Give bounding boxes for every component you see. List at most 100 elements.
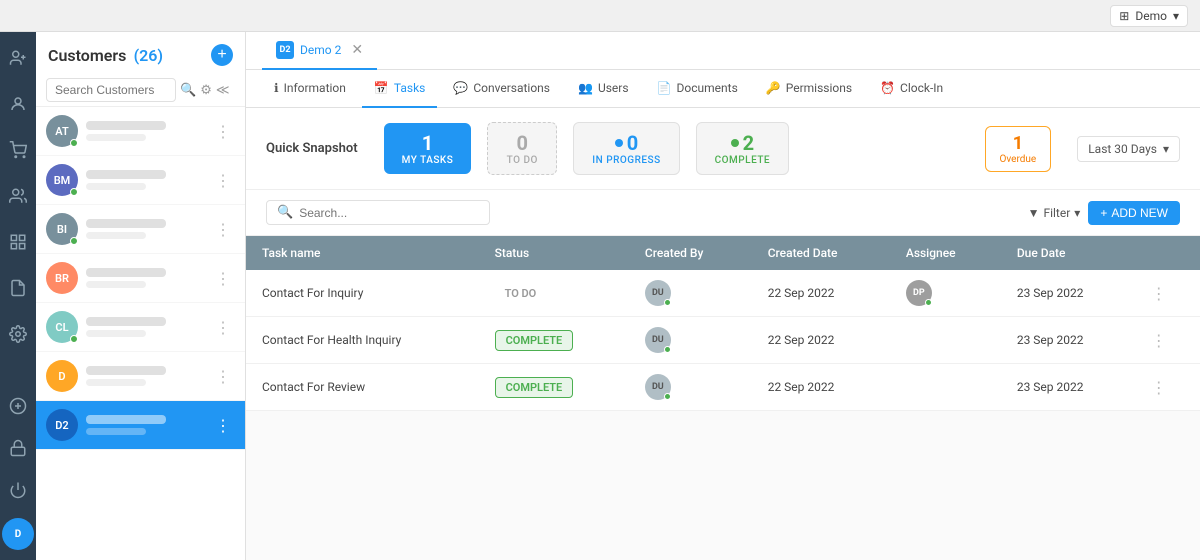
row-more-icon[interactable]: ⋮ bbox=[1151, 378, 1167, 397]
in-progress-card[interactable]: 0 IN PROGRESS bbox=[573, 122, 679, 175]
demo-selector[interactable]: ⊞ Demo ▾ bbox=[1110, 5, 1188, 27]
search-icons: 🔍 ⚙ bbox=[180, 83, 212, 98]
sub-nav: ℹ Information 📅 Tasks 💬 Conversations 👥 … bbox=[246, 70, 1200, 108]
table-row[interactable]: Contact For Review COMPLETE DU 22 Sep 20… bbox=[246, 364, 1200, 411]
tab-avatar: D2 bbox=[276, 41, 294, 59]
avatar: D2 bbox=[46, 409, 78, 441]
actions-cell: ⋮ bbox=[1135, 317, 1200, 364]
avatar: BR bbox=[46, 262, 78, 294]
created-by-cell: DU bbox=[629, 317, 752, 364]
todo-card[interactable]: 0 TO DO bbox=[487, 122, 557, 175]
clockin-icon: ⏰ bbox=[880, 81, 895, 95]
created-by-cell: DU bbox=[629, 270, 752, 317]
list-item[interactable]: D2 ⋮ bbox=[36, 401, 245, 450]
user-avatar-bottom[interactable]: D bbox=[2, 518, 34, 550]
list-item[interactable]: BR ⋮ bbox=[36, 254, 245, 303]
my-tasks-card[interactable]: 1 My Tasks bbox=[384, 123, 472, 174]
search-bar: 🔍 ⚙ ≪ bbox=[36, 74, 245, 107]
my-tasks-label: My Tasks bbox=[402, 155, 454, 166]
tasks-search-input[interactable] bbox=[299, 206, 479, 220]
team-icon[interactable] bbox=[4, 182, 32, 210]
col-actions bbox=[1135, 236, 1200, 270]
filter-button[interactable]: ▼ Filter ▾ bbox=[1028, 206, 1081, 220]
nav-bottom: D bbox=[2, 392, 34, 550]
more-icon[interactable]: ⋮ bbox=[211, 169, 235, 192]
subnav-tasks[interactable]: 📅 Tasks bbox=[362, 70, 437, 108]
search-icon[interactable]: 🔍 bbox=[180, 83, 196, 98]
add-new-button[interactable]: + ADD NEW bbox=[1088, 201, 1180, 225]
add-circle-icon[interactable] bbox=[4, 392, 32, 420]
more-icon[interactable]: ⋮ bbox=[211, 414, 235, 437]
status-cell: COMPLETE bbox=[479, 364, 629, 411]
settings-icon[interactable] bbox=[4, 320, 32, 348]
search-input[interactable] bbox=[46, 78, 176, 102]
plus-icon: + bbox=[1100, 206, 1107, 220]
subnav-permissions[interactable]: 🔑 Permissions bbox=[754, 70, 864, 108]
more-icon[interactable]: ⋮ bbox=[211, 267, 235, 290]
avatar: AT bbox=[46, 115, 78, 147]
filter-chevron: ▾ bbox=[1074, 206, 1080, 220]
filter-icon[interactable]: ⚙ bbox=[200, 83, 212, 98]
in-progress-dot bbox=[615, 139, 623, 147]
sidebar-header: Customers (26) + bbox=[36, 32, 245, 74]
row-more-icon[interactable]: ⋮ bbox=[1151, 331, 1167, 350]
status-badge: TO DO bbox=[495, 284, 547, 303]
list-item[interactable]: CL ⋮ bbox=[36, 303, 245, 352]
due-date-cell: 23 Sep 2022 bbox=[1001, 317, 1135, 364]
list-item[interactable]: BI ⋮ bbox=[36, 205, 245, 254]
sidebar-title-text: Customers bbox=[48, 46, 126, 65]
more-icon[interactable]: ⋮ bbox=[211, 365, 235, 388]
avatar: CL bbox=[46, 311, 78, 343]
overdue-box[interactable]: 1 Overdue bbox=[985, 126, 1052, 172]
customer-list: AT ⋮ BM ⋮ BI ⋮ BR ⋮ CL ⋮ D bbox=[36, 107, 245, 560]
lock-icon[interactable] bbox=[4, 434, 32, 462]
subnav-users[interactable]: 👥 Users bbox=[566, 70, 641, 108]
apps-icon[interactable] bbox=[4, 228, 32, 256]
date-filter-label: Last 30 Days bbox=[1088, 142, 1157, 156]
complete-card[interactable]: 2 COMPLETE bbox=[696, 122, 789, 175]
cart-icon[interactable] bbox=[4, 136, 32, 164]
col-assignee: Assignee bbox=[890, 236, 1001, 270]
subnav-clockin[interactable]: ⏰ Clock-In bbox=[868, 70, 955, 108]
complete-label: COMPLETE bbox=[715, 155, 770, 166]
row-more-icon[interactable]: ⋮ bbox=[1151, 284, 1167, 303]
subnav-conversations[interactable]: 💬 Conversations bbox=[441, 70, 562, 108]
tab-demo2[interactable]: D2 Demo 2 ✕ bbox=[262, 32, 377, 70]
avatar: BM bbox=[46, 164, 78, 196]
creator-dot bbox=[664, 299, 671, 306]
col-created-by: Created By bbox=[629, 236, 752, 270]
tab-close-icon[interactable]: ✕ bbox=[351, 42, 363, 58]
created-by-avatar: DU bbox=[645, 374, 671, 400]
avatar: BI bbox=[46, 213, 78, 245]
tasks-table: Task name Status Created By Created Date… bbox=[246, 236, 1200, 411]
in-progress-count: 0 bbox=[627, 131, 638, 155]
collapse-icon[interactable]: ≪ bbox=[216, 83, 230, 98]
more-icon[interactable]: ⋮ bbox=[211, 316, 235, 339]
content-area: Quick Snapshot 1 My Tasks 0 TO DO 0 IN P… bbox=[246, 108, 1200, 560]
creator-dot bbox=[664, 346, 671, 353]
table-row[interactable]: Contact For Inquiry TO DO DU 22 Sep 2022… bbox=[246, 270, 1200, 317]
col-status: Status bbox=[479, 236, 629, 270]
quick-snapshot-label: Quick Snapshot bbox=[266, 141, 358, 156]
add-customer-button[interactable]: + bbox=[211, 44, 233, 66]
list-item[interactable]: D ⋮ bbox=[36, 352, 245, 401]
complete-count: 2 bbox=[743, 131, 754, 155]
subnav-documents[interactable]: 📄 Documents bbox=[645, 70, 750, 108]
permissions-icon: 🔑 bbox=[766, 81, 781, 95]
list-item[interactable]: AT ⋮ bbox=[36, 107, 245, 156]
more-icon[interactable]: ⋮ bbox=[211, 120, 235, 143]
list-item[interactable]: BM ⋮ bbox=[36, 156, 245, 205]
col-due-date: Due Date bbox=[1001, 236, 1135, 270]
status-badge: COMPLETE bbox=[495, 377, 574, 398]
users-icon: 👥 bbox=[578, 81, 593, 95]
document-icon[interactable] bbox=[4, 274, 32, 302]
created-by-avatar: DU bbox=[645, 280, 671, 306]
more-icon[interactable]: ⋮ bbox=[211, 218, 235, 241]
power-icon[interactable] bbox=[4, 476, 32, 504]
subnav-information[interactable]: ℹ Information bbox=[262, 70, 358, 108]
date-filter[interactable]: Last 30 Days ▾ bbox=[1077, 136, 1180, 162]
contacts-icon[interactable] bbox=[4, 90, 32, 118]
add-user-icon[interactable] bbox=[4, 44, 32, 72]
sidebar-title: Customers (26) bbox=[48, 46, 163, 65]
table-row[interactable]: Contact For Health Inquiry COMPLETE DU 2… bbox=[246, 317, 1200, 364]
